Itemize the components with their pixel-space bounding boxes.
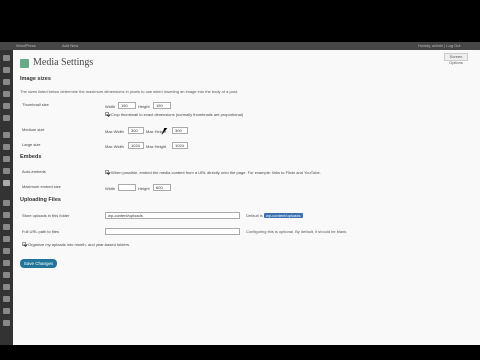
thumbnail-width-input[interactable] xyxy=(118,102,136,109)
store-uploads-label: Store uploads in this folder xyxy=(22,213,70,218)
thumbnail-width-label: Width xyxy=(105,104,116,109)
settings-page xyxy=(13,50,480,345)
default-folder-value: wp-content/uploads xyxy=(263,213,303,218)
menu-icon[interactable] xyxy=(3,320,10,326)
large-max-height-label: Max Height xyxy=(146,144,167,149)
crop-thumbnail-checkbox[interactable] xyxy=(105,112,109,116)
upload-folder-input[interactable] xyxy=(105,212,240,219)
image-sizes-heading: Image sizes xyxy=(20,76,51,82)
full-url-input[interactable] xyxy=(105,228,240,235)
admin-bar: WordPress Add New Howdy, admin | Log Out xyxy=(0,42,480,50)
posts-icon[interactable] xyxy=(3,67,10,73)
save-changes-button[interactable]: Save Changes xyxy=(20,259,57,268)
menu-icon[interactable] xyxy=(3,272,10,278)
medium-max-height-input[interactable] xyxy=(172,127,188,134)
admin-bar-site[interactable]: WordPress xyxy=(16,42,36,50)
embed-height-input[interactable] xyxy=(153,184,171,191)
menu-icon[interactable] xyxy=(3,224,10,230)
admin-bar-user[interactable]: Howdy, admin | Log Out xyxy=(418,42,461,50)
links-icon[interactable] xyxy=(3,91,10,97)
image-sizes-description: The sizes listed below determine the max… xyxy=(20,89,239,94)
media-settings-icon xyxy=(20,59,29,68)
organize-uploads-label: Organize my uploads into month- and year… xyxy=(28,242,129,247)
menu-icon[interactable] xyxy=(3,200,10,206)
users-icon[interactable] xyxy=(3,156,10,162)
medium-max-width-label: Max Width xyxy=(105,129,124,134)
auto-embeds-label: Auto-embeds xyxy=(22,169,46,174)
menu-icon[interactable] xyxy=(3,260,10,266)
admin-bar-add-new[interactable]: Add New xyxy=(62,42,78,50)
embeds-heading: Embeds xyxy=(20,154,42,160)
plugins-icon[interactable] xyxy=(3,144,10,150)
auto-embeds-text: When possible, embed the media content f… xyxy=(111,170,321,175)
large-max-width-label: Max Width xyxy=(105,144,124,149)
crop-thumbnail-label: Crop thumbnail to exact dimensions (norm… xyxy=(111,112,244,117)
menu-icon[interactable] xyxy=(3,308,10,314)
menu-icon[interactable] xyxy=(3,236,10,242)
medium-max-width-input[interactable] xyxy=(128,127,144,134)
dashboard-icon[interactable] xyxy=(3,55,10,61)
large-size-label: Large size xyxy=(22,142,41,147)
settings-icon[interactable] xyxy=(3,180,10,186)
admin-sidebar xyxy=(0,50,13,345)
large-max-height-input[interactable] xyxy=(172,142,188,149)
full-url-label: Full URL path to files xyxy=(22,229,59,234)
upload-folder-default-note: Default is wp-content/uploads xyxy=(246,213,303,218)
large-max-width-input[interactable] xyxy=(128,142,144,149)
max-embed-size-label: Maximum embed size xyxy=(22,184,61,189)
thumbnail-height-input[interactable] xyxy=(153,102,171,109)
menu-icon[interactable] xyxy=(3,296,10,302)
page-title: Media Settings xyxy=(33,57,94,68)
full-url-note: Configuring this is optional. By default… xyxy=(246,229,348,234)
auto-embeds-checkbox[interactable] xyxy=(105,170,109,174)
appearance-icon[interactable] xyxy=(3,132,10,138)
thumbnail-size-label: Thumbnail size xyxy=(22,102,49,107)
comments-icon[interactable] xyxy=(3,115,10,121)
medium-size-label: Medium size xyxy=(22,127,45,132)
menu-icon[interactable] xyxy=(3,212,10,218)
media-icon[interactable] xyxy=(3,79,10,85)
menu-icon[interactable] xyxy=(3,284,10,290)
default-is-text: Default is xyxy=(246,213,263,218)
uploading-files-heading: Uploading Files xyxy=(20,197,61,203)
tools-icon[interactable] xyxy=(3,168,10,174)
menu-icon[interactable] xyxy=(3,248,10,254)
embed-width-label: Width xyxy=(105,186,116,191)
embed-width-input[interactable] xyxy=(118,184,136,191)
embed-height-label: Height xyxy=(138,186,150,191)
pages-icon[interactable] xyxy=(3,103,10,109)
organize-uploads-checkbox[interactable] xyxy=(22,242,26,246)
screen-options-button[interactable]: Screen Options xyxy=(444,53,468,65)
thumbnail-height-label: Height xyxy=(138,104,150,109)
